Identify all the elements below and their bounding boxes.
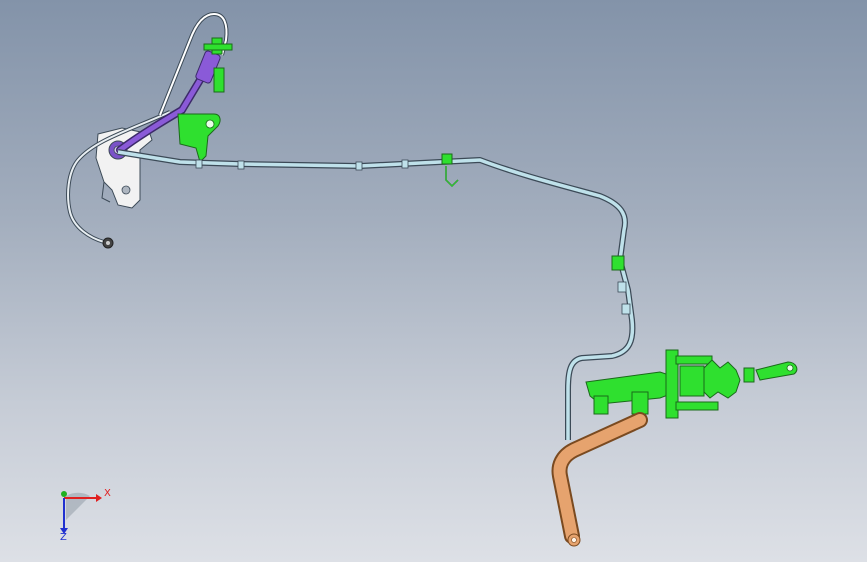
master-cylinder[interactable] [585,349,798,419]
assembly-model[interactable] [0,0,867,562]
triad-x-label: X [104,488,111,499]
cad-viewport[interactable]: X Z [0,0,867,562]
triad-z-label: Z [60,532,67,543]
slave-cylinder-bracket[interactable] [177,113,221,163]
coordinate-triad: X Z [48,484,118,544]
pedal-pushrod[interactable] [551,412,648,547]
clutch-line-tube[interactable] [117,149,636,440]
